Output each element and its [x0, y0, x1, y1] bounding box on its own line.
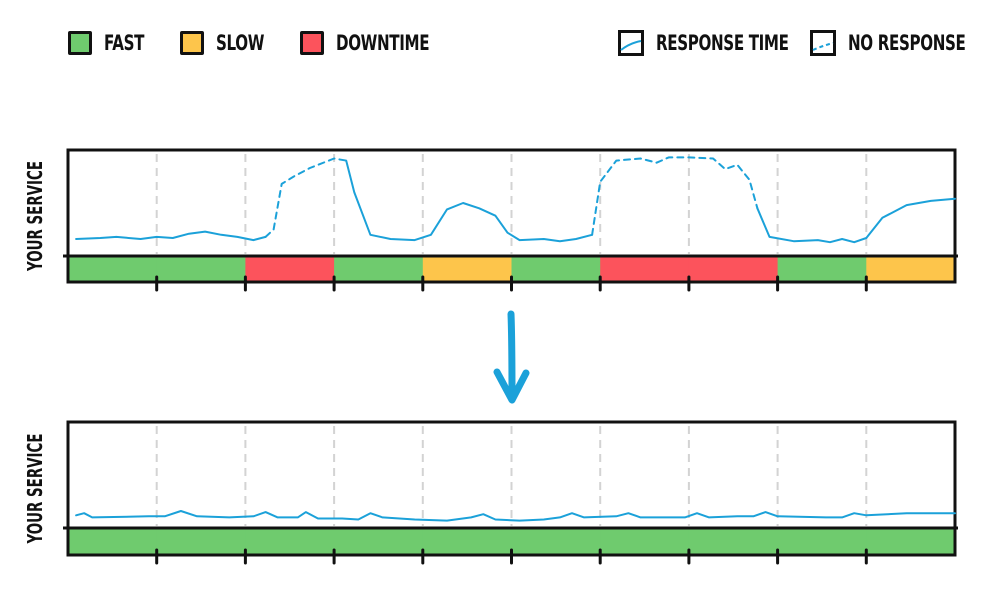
status-segment-fast: [600, 528, 690, 555]
status-segment-fast: [334, 256, 424, 282]
status-segment-fast: [156, 256, 246, 282]
status-segment-fast: [511, 528, 601, 555]
status-segment-fast: [334, 528, 424, 555]
status-segment-fast: [68, 256, 158, 282]
status-segment-fast: [866, 528, 956, 555]
status-segment-fast: [422, 528, 512, 555]
status-segment-downtime: [688, 256, 779, 282]
chart-before: YOUR SERVICE: [23, 148, 958, 292]
status-segment-slow: [866, 256, 956, 282]
response-time-line: [75, 230, 267, 242]
chart-after: YOUR SERVICE: [23, 420, 958, 565]
status-segment-slow: [422, 256, 512, 282]
status-segment-fast: [777, 256, 867, 282]
diagram: YOUR SERVICE YOUR SERVICE: [23, 148, 958, 565]
y-axis-label: YOUR SERVICE: [23, 161, 47, 272]
response-time-line: [75, 510, 956, 522]
status-segment-downtime: [245, 256, 335, 282]
status-segment-fast: [688, 528, 779, 555]
status-segment-fast: [245, 528, 335, 555]
status-segment-fast: [511, 256, 601, 282]
no-response-line: [591, 156, 759, 236]
response-time-line: [345, 159, 594, 243]
status-segment-fast: [68, 528, 158, 555]
response-time-line: [756, 197, 956, 244]
status-segment-fast: [777, 528, 867, 555]
y-axis-label: YOUR SERVICE: [23, 434, 47, 545]
down-arrow-icon: [493, 310, 530, 404]
status-segment-fast: [156, 528, 246, 555]
status-segment-downtime: [600, 256, 690, 282]
